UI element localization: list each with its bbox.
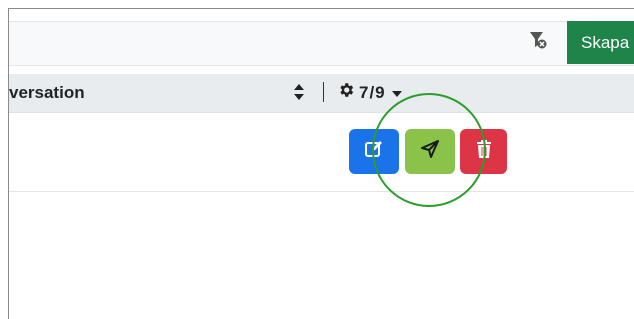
edit-button[interactable] <box>349 129 399 174</box>
columns-count: 7/9 <box>359 82 386 102</box>
edit-icon <box>364 139 384 164</box>
header-separator <box>323 82 324 102</box>
filter-clear-icon <box>528 30 548 55</box>
create-button[interactable]: Skapa <box>567 21 634 64</box>
column-header-conversation[interactable]: versation <box>9 83 85 103</box>
gear-icon <box>337 81 355 104</box>
columns-toggle[interactable]: 7/9 <box>337 81 402 104</box>
clear-filter-button[interactable] <box>517 22 559 63</box>
send-button[interactable] <box>405 129 455 174</box>
send-icon <box>420 139 440 164</box>
caret-down-icon <box>391 83 402 103</box>
delete-button[interactable] <box>460 129 507 174</box>
trash-icon <box>475 139 493 164</box>
create-button-label: Skapa <box>581 32 630 52</box>
sort-icon[interactable] <box>293 83 305 106</box>
table-header-row: versation 7/9 <box>9 74 634 113</box>
row-divider <box>9 191 634 192</box>
